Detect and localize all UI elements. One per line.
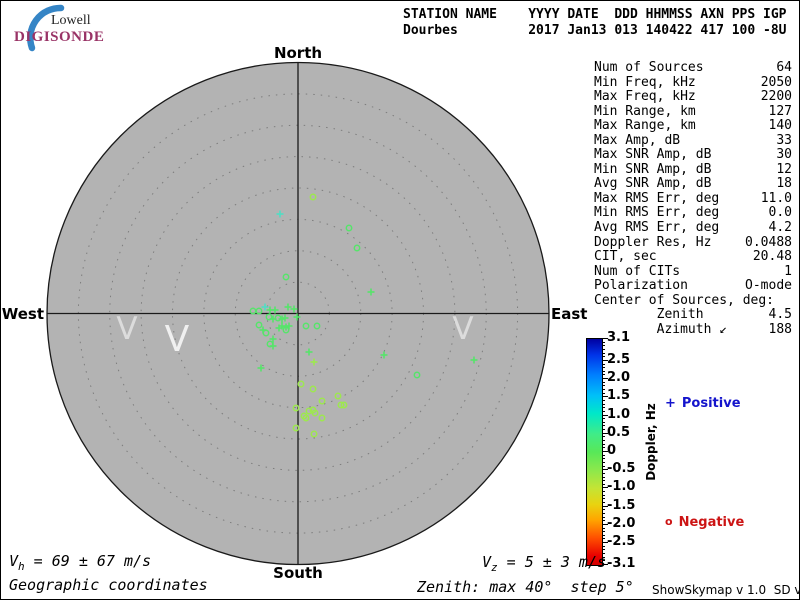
stat-label: Min Freq, kHz (594, 76, 696, 91)
stat-value: 2050 (761, 76, 792, 91)
logo-digisonde-text: DIGISONDE (14, 29, 104, 46)
colorbar-tick-label: 3.1 (607, 330, 630, 345)
stat-label: Min SNR Amp, dB (594, 163, 711, 178)
stat-row: Min Range, km 127 (594, 105, 792, 120)
horizontal-velocity-readout: Vh = 69 ± 67 m/s (9, 552, 151, 573)
stat-label: Min RMS Err, deg (594, 206, 719, 221)
stat-value: 64 (776, 61, 792, 76)
legend-negative-label: Negative (679, 515, 745, 530)
stat-value: 33 (776, 134, 792, 149)
version-label: ShowSkymap v 1.0 SD v 5.1 (652, 583, 800, 597)
header-columns-row: STATION NAME YYYY DATE DDD HHMMSS AXN PP… (403, 7, 787, 23)
stat-value: 1 (784, 265, 792, 280)
stat-label: Max Range, km (594, 119, 696, 134)
station-header: STATION NAME YYYY DATE DDD HHMMSS AXN PP… (403, 7, 787, 39)
colorbar-tick-label: -1.0 (607, 479, 635, 494)
colorbar-tick-label: 1.0 (607, 407, 630, 422)
colorbar-axis-label: Doppler, Hz (644, 403, 658, 481)
stat-value: O-mode (745, 279, 792, 294)
stat-value: 127 (769, 105, 792, 120)
header-values-row: Dourbes 2017 Jan13 013 140422 417 100 -8… (403, 23, 787, 39)
stat-value: 0.0488 (745, 236, 792, 251)
stat-row: Zenith 4.5 (594, 308, 792, 323)
stat-label: Max Amp, dB (594, 134, 680, 149)
stat-value: 2200 (761, 90, 792, 105)
stat-row: CIT, sec 20.48 (594, 250, 792, 265)
compass-west-label: West (0, 305, 44, 323)
stat-row: Max SNR Amp, dB 30 (594, 148, 792, 163)
v-marker: V (116, 311, 137, 347)
stat-label: Zenith (594, 308, 704, 323)
colorbar-tick-label: 2.5 (607, 352, 630, 367)
stat-value: 0.0 (769, 206, 792, 221)
stat-value: 30 (776, 148, 792, 163)
stat-label: Max RMS Err, deg (594, 192, 719, 207)
stat-value: 12 (776, 163, 792, 178)
stat-label: Max SNR Amp, dB (594, 148, 711, 163)
legend-positive: + Positive (665, 396, 741, 411)
logo-lowell-text: Lowell (51, 13, 91, 29)
stat-row: Doppler Res, Hz 0.0488 (594, 236, 792, 251)
colorbar-tick-label: 1.5 (607, 388, 630, 403)
v-marker: V (165, 319, 190, 360)
stat-row: Num of CITs 1 (594, 265, 792, 280)
stat-row: Polarization O-mode (594, 279, 792, 294)
stat-row: Center of Sources, deg: (594, 294, 792, 309)
stat-label: Center of Sources, deg: (594, 294, 774, 309)
stat-row: Min Freq, kHz 2050 (594, 76, 792, 91)
doppler-colorbar (586, 338, 603, 566)
stat-label: Min Range, km (594, 105, 696, 120)
stat-label: Avg SNR Amp, dB (594, 177, 711, 192)
colorbar-tick-label: 0 (607, 443, 616, 458)
stat-row: Max Freq, kHz 2200 (594, 90, 792, 105)
lowell-digisonde-logo: Lowell DIGISONDE (7, 3, 157, 53)
stat-value: 20.48 (753, 250, 792, 265)
stat-row: Min RMS Err, deg 0.0 (594, 206, 792, 221)
plus-marker-icon: + (665, 396, 676, 411)
stat-label: Polarization (594, 279, 688, 294)
circle-marker-icon: o (665, 515, 673, 528)
stat-value: 18 (776, 177, 792, 192)
compass-south-label: South (268, 564, 328, 582)
stat-label: Num of Sources (594, 61, 704, 76)
colorbar-tick-label: 2.0 (607, 370, 630, 385)
stat-value: 188 (769, 323, 792, 338)
stat-label: CIT, sec (594, 250, 657, 265)
stat-row: Avg RMS Err, deg 4.2 (594, 221, 792, 236)
colorbar-tick-label: -0.5 (607, 461, 635, 476)
stat-value: 4.2 (769, 221, 792, 236)
colorbar-tick-label: -2.0 (607, 516, 635, 531)
showskymap-window: VVV North South West East Lowell DIGISON… (0, 0, 800, 600)
stat-row: Max Range, km 140 (594, 119, 792, 134)
v-marker: V (452, 311, 473, 347)
stat-row: Num of Sources 64 (594, 61, 792, 76)
legend-positive-label: Positive (682, 396, 741, 411)
stat-row: Min SNR Amp, dB 12 (594, 163, 792, 178)
stat-label: Num of CITs (594, 265, 680, 280)
stat-value: 140 (769, 119, 792, 134)
stat-label: Doppler Res, Hz (594, 236, 711, 251)
stat-label: Max Freq, kHz (594, 90, 696, 105)
stat-row: Max Amp, dB 33 (594, 134, 792, 149)
stat-row: Avg SNR Amp, dB 18 (594, 177, 792, 192)
stat-value: 4.5 (769, 308, 792, 323)
stat-label: Avg RMS Err, deg (594, 221, 719, 236)
colorbar-tick-label: 0.5 (607, 425, 630, 440)
coordinates-label: Geographic coordinates (9, 576, 208, 594)
colorbar-tick-label: -1.5 (607, 498, 635, 513)
stat-row: Max RMS Err, deg 11.0 (594, 192, 792, 207)
compass-north-label: North (268, 44, 328, 62)
stat-value: 11.0 (761, 192, 792, 207)
zenith-scale-label: Zenith: max 40° step 5° (417, 578, 634, 596)
legend-negative: o Negative (665, 515, 744, 530)
colorbar-tick-label: -3.1 (607, 556, 635, 571)
vertical-velocity-readout: Vz = 5 ± 3 m/s (482, 553, 606, 574)
measurement-stats-panel: Num of Sources64Min Freq, kHz2050Max Fre… (594, 61, 792, 337)
colorbar-tick-label: -2.5 (607, 534, 635, 549)
